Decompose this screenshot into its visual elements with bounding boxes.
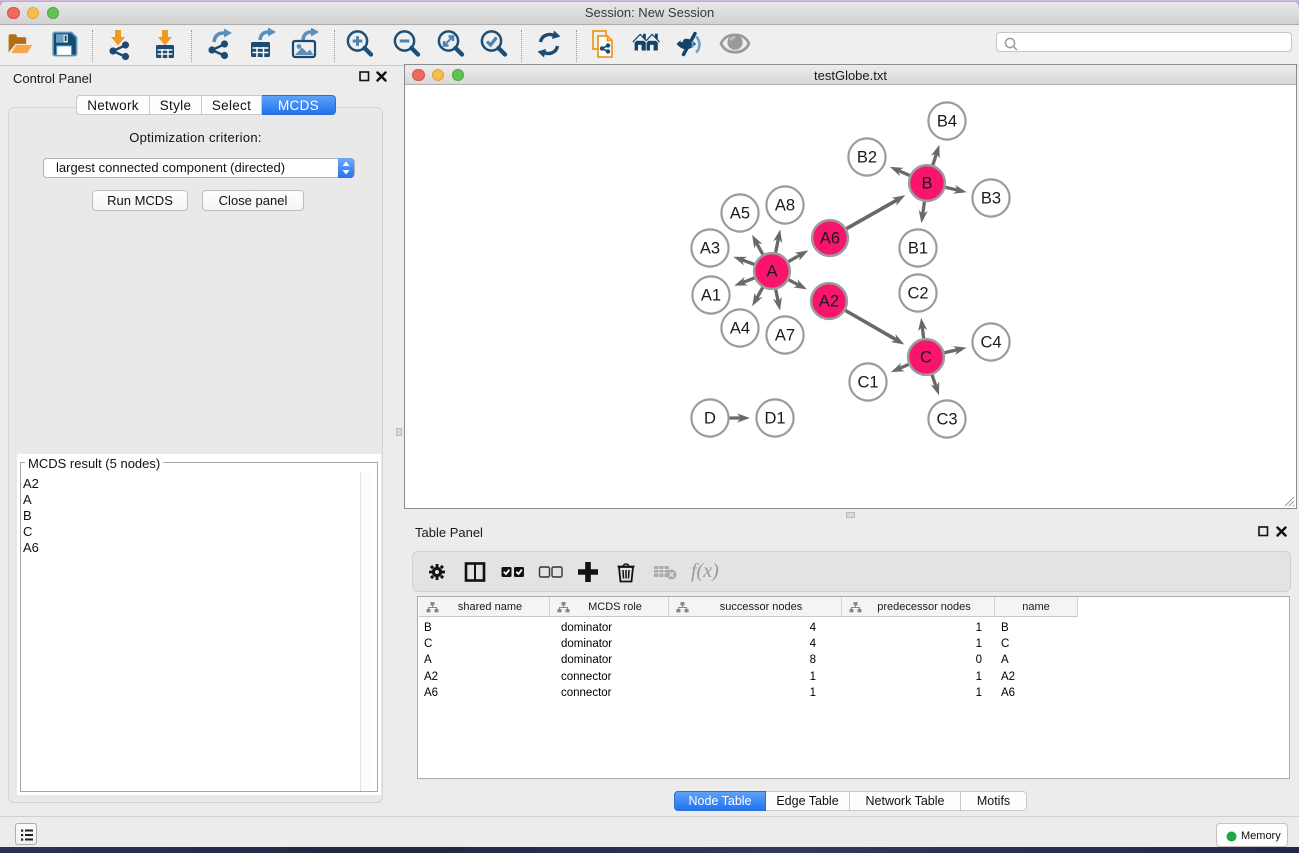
svg-text:C3: C3 bbox=[936, 411, 957, 429]
svg-text:C: C bbox=[920, 349, 932, 367]
svg-text:A3: A3 bbox=[700, 240, 720, 258]
svg-text:B2: B2 bbox=[857, 149, 877, 167]
svg-text:A6: A6 bbox=[820, 230, 840, 248]
svg-text:A5: A5 bbox=[730, 205, 750, 223]
svg-text:A8: A8 bbox=[775, 197, 795, 215]
svg-text:A2: A2 bbox=[819, 293, 839, 311]
svg-text:D: D bbox=[704, 410, 716, 428]
svg-text:A4: A4 bbox=[730, 320, 750, 338]
svg-text:C2: C2 bbox=[907, 285, 928, 303]
svg-text:A: A bbox=[766, 263, 777, 281]
svg-text:C4: C4 bbox=[980, 334, 1001, 352]
svg-text:B: B bbox=[921, 175, 932, 193]
svg-text:A1: A1 bbox=[701, 287, 721, 305]
svg-text:B1: B1 bbox=[908, 240, 928, 258]
svg-text:B3: B3 bbox=[981, 190, 1001, 208]
svg-text:A7: A7 bbox=[775, 327, 795, 345]
svg-text:D1: D1 bbox=[764, 410, 785, 428]
svg-text:C1: C1 bbox=[857, 374, 878, 392]
svg-text:B4: B4 bbox=[937, 113, 957, 131]
